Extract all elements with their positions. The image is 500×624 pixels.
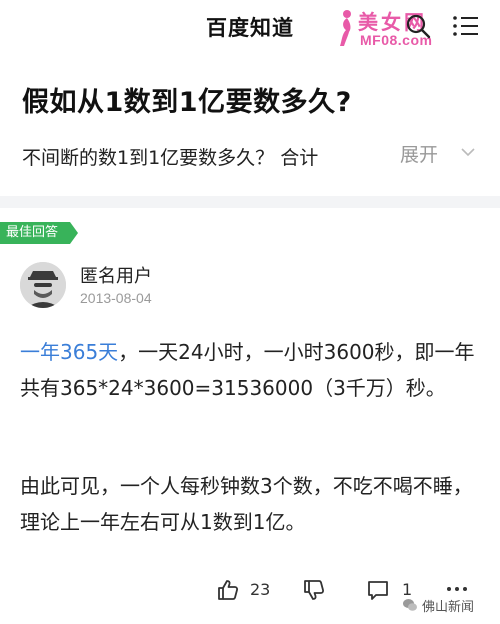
- wechat-icon: [403, 599, 417, 611]
- best-answer-badge: 最佳回答: [0, 222, 79, 244]
- keyword-link[interactable]: 一年365天: [20, 340, 118, 364]
- app-header: 百度知道 美女网 MF08.com: [0, 0, 500, 52]
- watermark-source-text: 佛山新闻: [422, 600, 475, 615]
- chevron-down-icon[interactable]: [460, 145, 476, 159]
- more-icon[interactable]: [446, 582, 468, 596]
- expand-button[interactable]: 展开: [400, 140, 438, 167]
- menu-icon[interactable]: [452, 14, 480, 38]
- woman-silhouette-icon: [340, 10, 351, 46]
- answer-date: 2013-08-04: [80, 290, 152, 306]
- answer-paragraph-1: 一年365天，一天24小时，一小时3600秒，即一年共有365*24*3600=…: [20, 334, 488, 406]
- like-count: 23: [250, 580, 271, 599]
- answer-paragraph-2: 由此可见，一个人每秒钟数3个数，不吃不喝不睡，理论上一年左右可从1数到1亿。: [20, 474, 473, 534]
- thumbs-up-icon[interactable]: [216, 578, 240, 602]
- search-icon[interactable]: [404, 12, 432, 40]
- section-divider: [0, 196, 500, 208]
- user-name[interactable]: 匿名用户: [80, 262, 152, 288]
- comment-icon[interactable]: [366, 578, 390, 602]
- question-title: 假如从1数到1亿要数多久?: [22, 87, 352, 118]
- question-description: 不间断的数1到1亿要数多久？ 合计: [22, 147, 319, 169]
- anonymous-user-icon: [20, 262, 66, 308]
- avatar[interactable]: [20, 262, 66, 308]
- thumbs-down-icon[interactable]: [302, 578, 326, 602]
